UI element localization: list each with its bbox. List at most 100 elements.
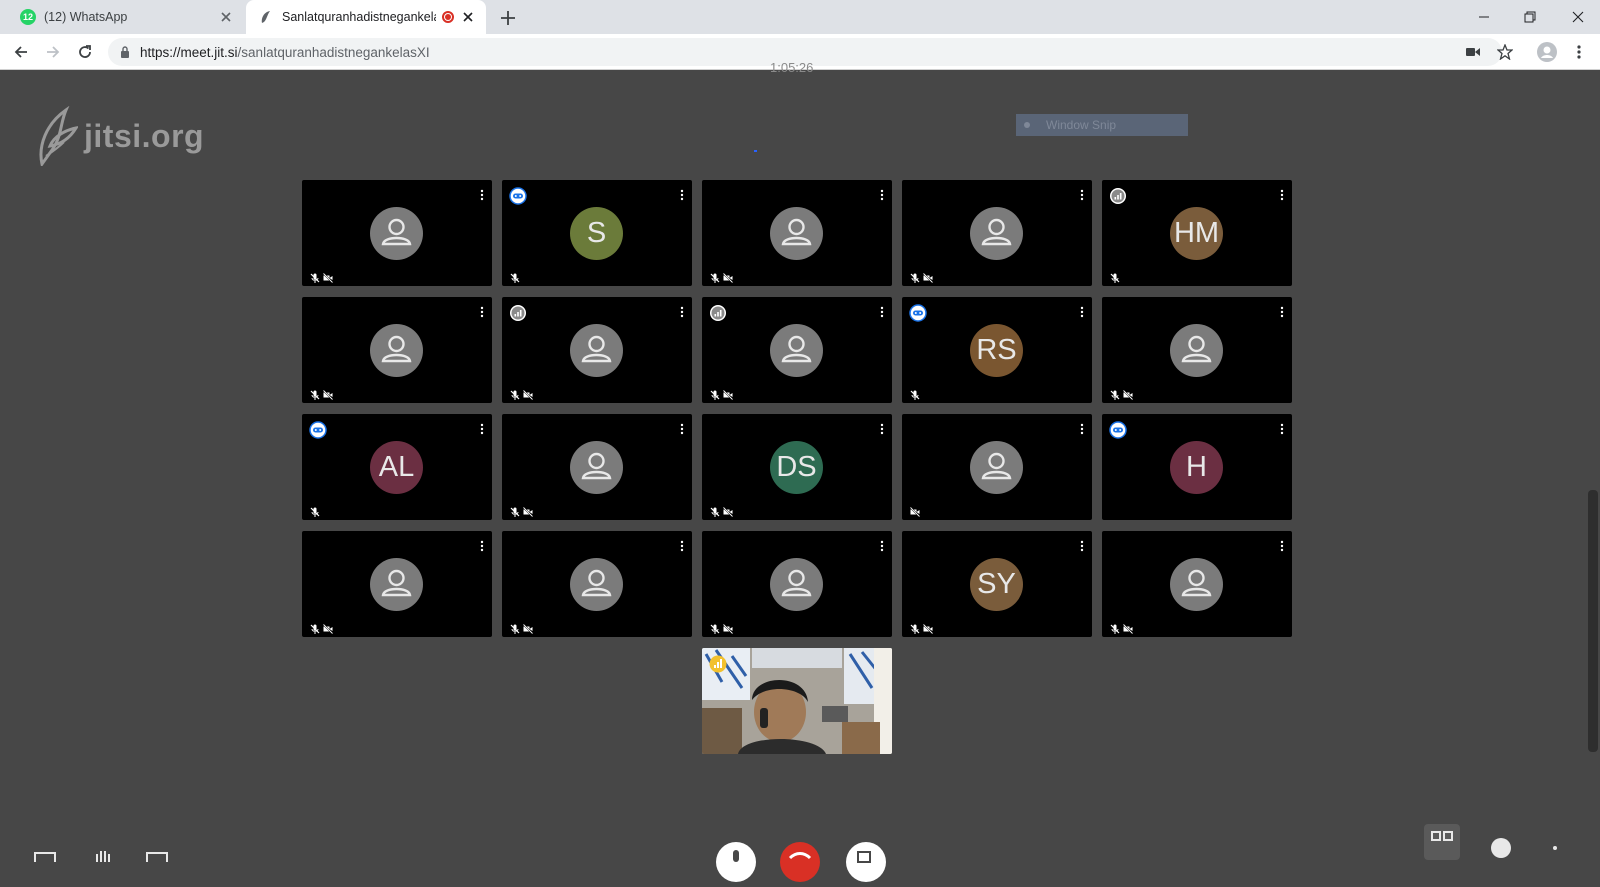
restore-button[interactable] [1508,4,1552,30]
more-vert-icon[interactable] [1280,305,1284,318]
more-vert-icon[interactable] [1080,539,1084,552]
forward-button[interactable] [42,41,64,63]
video-off-icon [522,387,534,401]
tab-jitsi-meeting[interactable]: Sanlatquranhadistnegankelas [246,0,486,34]
mic-off-icon [310,387,320,400]
more-vert-icon[interactable] [1080,188,1084,201]
participant-tile[interactable]: RS [902,297,1092,403]
more-vert-icon[interactable] [480,305,484,318]
participant-tile[interactable] [502,297,692,403]
video-off-icon [322,270,334,284]
participant-tile[interactable] [302,297,492,403]
raise-hand-icon[interactable] [94,850,112,862]
browser-tab-strip: 12 (12) WhatsApp Sanlatquranhadistnegank… [0,0,1600,34]
default-avatar-icon [570,441,623,494]
mic-off-icon [710,387,720,400]
camera-button[interactable] [846,842,886,882]
participant-tile[interactable] [302,180,492,286]
more-vert-icon [1577,45,1581,59]
more-options-icon[interactable] [1552,836,1558,860]
participant-initials-avatar: DS [770,441,823,494]
mobile-status-icon [509,187,527,205]
minimize-icon [1479,16,1489,18]
more-vert-icon[interactable] [680,422,684,435]
camera-in-use-button[interactable] [1462,41,1484,63]
more-vert-icon[interactable] [1080,305,1084,318]
video-off-icon [322,387,334,401]
hangup-button[interactable] [780,842,820,882]
default-avatar-icon [770,558,823,611]
participant-tile[interactable]: SY [902,531,1092,637]
participant-tile[interactable] [702,531,892,637]
participant-tile[interactable] [702,180,892,286]
default-avatar-icon [370,324,423,377]
tile-view-button[interactable] [1424,824,1460,860]
more-vert-icon[interactable] [880,539,884,552]
mic-off-icon [710,504,720,517]
participant-tile[interactable]: HM [1102,180,1292,286]
close-window-button[interactable] [1556,4,1600,30]
url-text: https://meet.jit.si/sanlatquranhadistneg… [140,44,430,60]
mic-off-icon [510,621,520,634]
info-icon[interactable] [1490,834,1512,860]
more-vert-icon[interactable] [1280,539,1284,552]
participant-tile[interactable] [302,531,492,637]
vertical-scrollbar[interactable] [1588,490,1598,752]
media-status-indicators [510,270,520,283]
tab-whatsapp[interactable]: 12 (12) WhatsApp [8,0,244,34]
more-vert-icon[interactable] [880,188,884,201]
microphone-button[interactable] [716,842,756,882]
reload-button[interactable] [74,41,96,63]
screen-share-icon[interactable] [34,852,56,862]
tab-title: Sanlatquranhadistnegankelas [282,10,436,24]
participant-tile[interactable] [502,414,692,520]
back-button[interactable] [10,41,32,63]
participant-tile[interactable] [902,180,1092,286]
more-vert-icon[interactable] [1080,422,1084,435]
browser-menu-button[interactable] [1568,41,1590,63]
more-vert-icon[interactable] [680,188,684,201]
participant-tile[interactable]: S [502,180,692,286]
bookmark-button[interactable] [1494,41,1516,63]
participant-tile[interactable] [502,531,692,637]
participant-tile[interactable] [902,414,1092,520]
local-video-tile[interactable] [702,648,892,754]
participant-tile[interactable]: AL [302,414,492,520]
media-status-indicators [710,270,734,284]
media-status-indicators [910,270,934,284]
more-vert-icon[interactable] [480,539,484,552]
close-icon[interactable] [218,9,234,25]
video-off-icon [922,270,934,284]
more-vert-icon[interactable] [1280,188,1284,201]
jitsi-watermark[interactable]: jitsi.org [36,106,204,166]
more-vert-icon[interactable] [680,539,684,552]
more-vert-icon[interactable] [880,422,884,435]
more-vert-icon[interactable] [880,305,884,318]
media-status-indicators [910,621,934,635]
recording-indicator-icon [442,11,454,23]
participant-tile[interactable] [1102,531,1292,637]
close-icon[interactable] [460,9,476,25]
mic-off-icon [510,504,520,517]
default-avatar-icon [370,207,423,260]
participant-tile[interactable] [1102,297,1292,403]
media-status-indicators [510,504,534,518]
new-tab-icon[interactable] [498,8,518,28]
more-vert-icon[interactable] [480,422,484,435]
chat-icon[interactable] [146,852,168,862]
participant-tile[interactable] [702,297,892,403]
participant-tile[interactable]: DS [702,414,892,520]
participant-tile[interactable]: H [1102,414,1292,520]
jitsi-logo-icon [39,106,78,166]
more-vert-icon[interactable] [680,305,684,318]
media-status-indicators [1110,621,1134,635]
arrow-left-icon [14,46,27,58]
minimize-button[interactable] [1462,4,1506,30]
more-vert-icon[interactable] [1280,422,1284,435]
profile-button[interactable] [1536,41,1558,63]
tab-title: (12) WhatsApp [44,10,128,24]
snip-dot-icon [1024,122,1030,128]
mic-off-icon [910,270,920,283]
more-vert-icon[interactable] [480,188,484,201]
default-avatar-icon [570,324,623,377]
